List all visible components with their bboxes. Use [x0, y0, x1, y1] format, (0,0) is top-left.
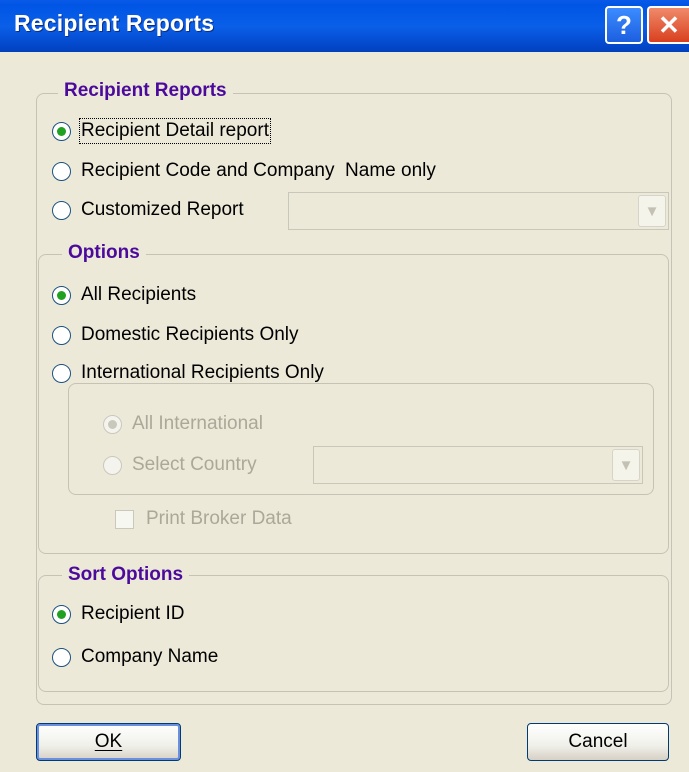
- radio-button[interactable]: [52, 363, 71, 383]
- radio-button[interactable]: [103, 414, 122, 434]
- recipient-reports-dialog: Recipient Reports ? ✕ Recipient Reports …: [0, 0, 689, 772]
- radio-all-recipients[interactable]: All Recipients: [52, 282, 196, 308]
- radio-button[interactable]: [52, 647, 71, 667]
- help-button[interactable]: ?: [605, 6, 643, 44]
- sort-options-legend: Sort Options: [62, 564, 190, 586]
- radio-label: All Recipients: [81, 284, 197, 305]
- checkbox-print-broker-data[interactable]: Print Broker Data: [115, 506, 292, 532]
- title-bar[interactable]: Recipient Reports ? ✕: [0, 0, 689, 52]
- radio-label: Recipient Code and Company Name only: [81, 160, 436, 181]
- radio-label: International Recipients Only: [81, 362, 324, 383]
- checkbox[interactable]: [115, 509, 134, 529]
- checkbox-label: Print Broker Data: [146, 508, 292, 529]
- ok-button-label: OK: [94, 731, 123, 752]
- radio-domestic-recipients-only[interactable]: Domestic Recipients Only: [52, 322, 299, 348]
- radio-company-name[interactable]: Company Name: [52, 644, 218, 670]
- radio-label: Recipient Detail report: [79, 118, 271, 144]
- radio-recipient-id[interactable]: Recipient ID: [52, 601, 185, 627]
- radio-label: Select Country: [132, 454, 257, 475]
- cancel-button-label: Cancel: [568, 731, 628, 752]
- radio-recipient-code-company-name[interactable]: Recipient Code and Company Name only: [52, 158, 436, 184]
- radio-all-international[interactable]: All International: [103, 411, 263, 437]
- question-mark-icon: ?: [616, 9, 632, 40]
- radio-button[interactable]: [52, 285, 71, 305]
- radio-button[interactable]: [52, 200, 71, 220]
- radio-recipient-detail-report[interactable]: Recipient Detail report: [52, 118, 271, 144]
- country-select[interactable]: ▼: [313, 446, 643, 484]
- radio-label: Company Name: [81, 646, 219, 667]
- radio-button[interactable]: [103, 455, 122, 475]
- radio-button[interactable]: [52, 121, 71, 141]
- radio-label: All International: [132, 413, 263, 434]
- customized-report-select[interactable]: ▼: [288, 192, 669, 230]
- sort-options-group: [38, 575, 669, 692]
- radio-button[interactable]: [52, 161, 71, 181]
- radio-customized-report[interactable]: Customized Report: [52, 197, 244, 223]
- radio-label: Customized Report: [81, 199, 244, 220]
- recipient-reports-legend: Recipient Reports: [58, 80, 233, 102]
- ok-button[interactable]: OK: [36, 723, 181, 761]
- options-legend: Options: [62, 242, 146, 264]
- chevron-down-icon[interactable]: ▼: [612, 449, 640, 481]
- window-title: Recipient Reports: [14, 10, 215, 36]
- radio-label: Recipient ID: [81, 603, 185, 624]
- radio-label: Domestic Recipients Only: [81, 324, 299, 345]
- close-x-icon: ✕: [658, 9, 680, 40]
- close-button[interactable]: ✕: [647, 6, 689, 44]
- radio-button[interactable]: [52, 325, 71, 345]
- chevron-down-icon[interactable]: ▼: [638, 195, 666, 227]
- radio-select-country[interactable]: Select Country: [103, 452, 257, 478]
- cancel-button[interactable]: Cancel: [527, 723, 669, 761]
- radio-button[interactable]: [52, 604, 71, 624]
